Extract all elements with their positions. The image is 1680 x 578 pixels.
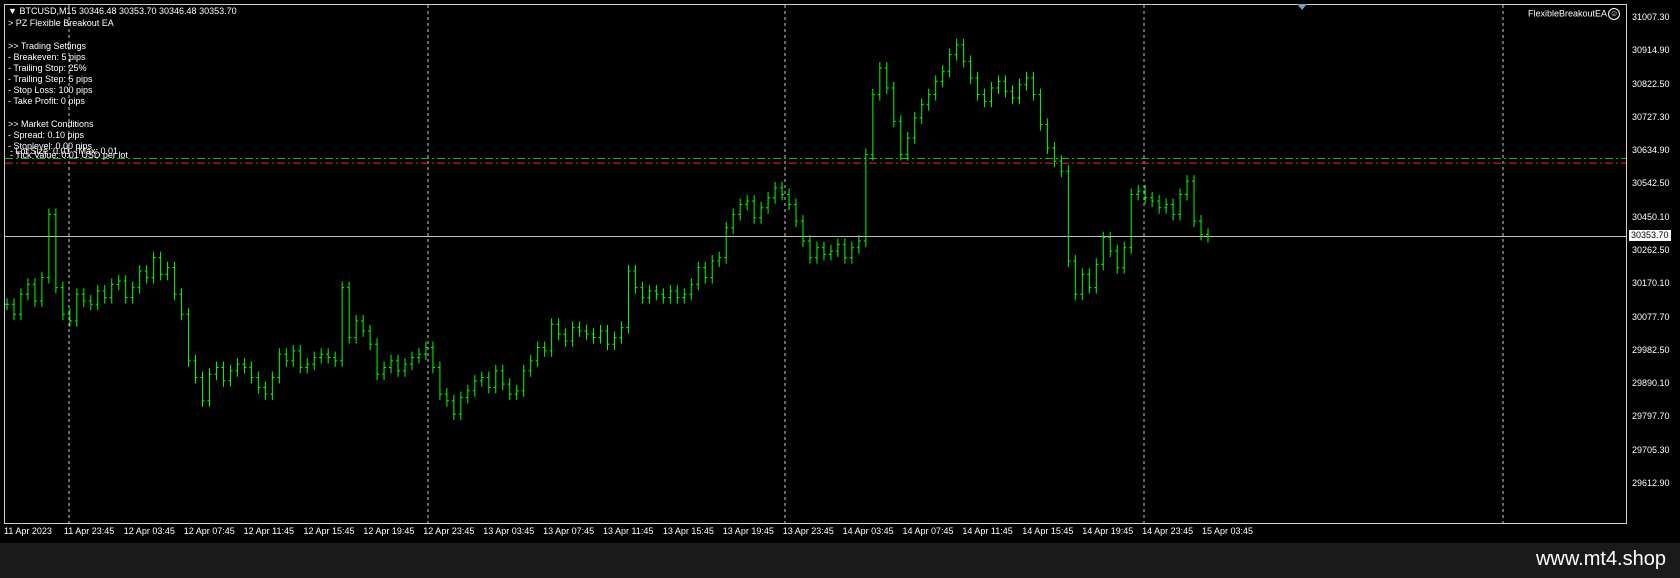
trailing-stop-setting: - Trailing Stop: 25% [8, 63, 87, 73]
time-axis-label: 12 Apr 03:45 [123, 526, 175, 536]
time-axis-label: 12 Apr 15:45 [303, 526, 355, 536]
time-axis-label: 13 Apr 23:45 [782, 526, 834, 536]
footer-bar [0, 543, 1680, 578]
price-axis-label: 29982.50 [1632, 344, 1670, 355]
time-axis-label: 13 Apr 03:45 [483, 526, 535, 536]
time-axis-label: 14 Apr 23:45 [1142, 526, 1194, 536]
price-axis-label: 30542.50 [1632, 178, 1670, 189]
time-axis-label: 13 Apr 15:45 [662, 526, 714, 536]
smiley-icon: ☺ [1608, 8, 1621, 20]
price-axis-label: 29705.30 [1632, 444, 1670, 455]
time-axis-label: 14 Apr 07:45 [902, 526, 954, 536]
ea-badge[interactable]: FlexibleBreakoutEA ☺ [1528, 8, 1621, 20]
price-axis-label: 30634.90 [1632, 145, 1670, 156]
time-axis-label: 14 Apr 15:45 [1022, 526, 1074, 536]
time-axis-label: 12 Apr 11:45 [243, 526, 294, 536]
current-price-tag: 30353.70 [1629, 230, 1671, 242]
time-axis-label: 15 Apr 03:45 [1202, 526, 1254, 536]
price-axis-label: 30822.50 [1632, 78, 1670, 89]
lot-size-line: - Lot Size: 0.01 - Max: 0.01 [10, 146, 119, 156]
time-axis-label: 13 Apr 07:45 [543, 526, 595, 536]
ea-badge-label: FlexibleBreakoutEA [1528, 8, 1608, 19]
price-axis-label: 30170.10 [1632, 278, 1670, 289]
price-axis-label: 29797.70 [1632, 411, 1670, 422]
price-axis-label: 30077.70 [1632, 311, 1670, 322]
price-axis-label: 30914.90 [1632, 45, 1670, 56]
time-axis-label: 11 Apr 23:45 [63, 526, 115, 536]
collapse-triangle-icon[interactable]: ▼ [8, 6, 17, 16]
ea-title: > PZ Flexible Breakout EA [8, 18, 114, 28]
take-profit-setting: - Take Profit: 0 pips [8, 96, 85, 106]
time-axis-label: 13 Apr 19:45 [722, 526, 774, 536]
time-axis-label: 14 Apr 03:45 [842, 526, 894, 536]
chart-shift-marker[interactable] [1297, 4, 1307, 10]
trading-settings-title: >> Trading Settings [8, 41, 87, 51]
breakeven-setting: - Breakeven: 5 pips [8, 52, 86, 62]
time-axis-label: 12 Apr 23:45 [423, 526, 475, 536]
market-conditions-title: >> Market Conditions [8, 119, 94, 129]
stop-loss-setting: - Stop Loss: 100 pips [8, 85, 93, 95]
trailing-step-setting: - Trailing Step: 5 pips [8, 74, 93, 84]
price-axis-label: 31007.30 [1632, 12, 1670, 22]
price-axis-label: 29612.90 [1632, 478, 1670, 488]
spread-value: - Spread: 0.10 pips [8, 130, 85, 140]
time-axis-label: 12 Apr 07:45 [183, 526, 235, 536]
symbol-quote: BTCUSD,M15 30346.48 30353.70 30346.48 30… [19, 6, 237, 16]
symbol-header: ▼ BTCUSD,M15 30346.48 30353.70 30346.48 … [8, 6, 237, 16]
chart-window[interactable] [4, 4, 1627, 524]
price-axis-label: 30727.30 [1632, 111, 1670, 122]
time-axis-label: 14 Apr 19:45 [1082, 526, 1134, 536]
time-axis-label: 11 Apr 2023 [4, 526, 52, 536]
price-axis-label: 30450.10 [1632, 211, 1670, 222]
price-chart[interactable] [5, 5, 1627, 524]
watermark: www.mt4.shop [1535, 548, 1666, 570]
time-axis-label: 14 Apr 11:45 [962, 526, 1013, 536]
time-axis-label: 12 Apr 19:45 [363, 526, 415, 536]
time-axis-label: 13 Apr 11:45 [603, 526, 654, 536]
price-axis-label: 29890.10 [1632, 378, 1670, 389]
price-axis-label: 30262.50 [1632, 245, 1670, 255]
